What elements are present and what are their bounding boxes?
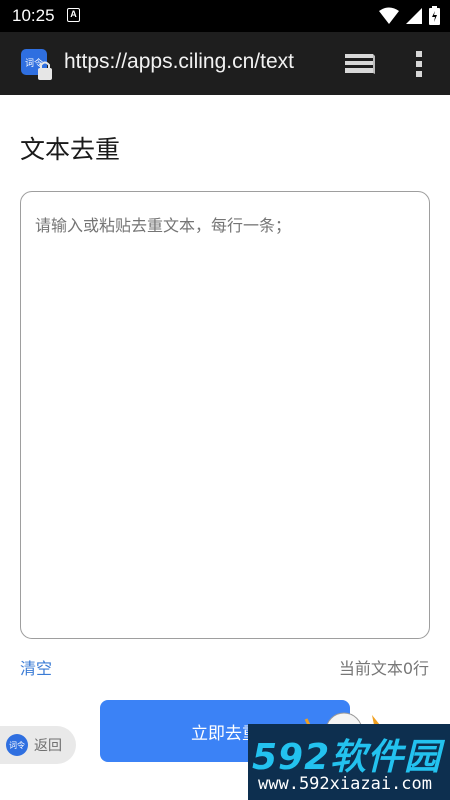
battery-icon	[429, 6, 440, 25]
page-title: 文本去重	[20, 135, 121, 164]
status-bar: 10:25 A	[0, 0, 450, 32]
dedupe-text-input[interactable]	[20, 191, 430, 639]
status-time: 10:25	[12, 6, 55, 25]
cellular-signal-icon	[406, 7, 422, 24]
wifi-icon	[379, 7, 399, 24]
browser-toolbar: 词令 https://apps.ciling.cn/text	[0, 32, 450, 95]
status-icons	[379, 6, 440, 25]
watermark-url: www.592xiazai.com	[258, 774, 432, 794]
back-label: 返回	[34, 738, 62, 754]
watermark-brand: 592软件园	[252, 737, 442, 778]
app-lock-icon[interactable]: 词令	[21, 49, 53, 81]
line-count: 当前文本0行	[338, 659, 429, 678]
more-vert-icon[interactable]	[412, 49, 426, 79]
floating-back-button[interactable]: 词令 返回	[0, 726, 76, 764]
watermark-banner: 592软件园 www.592xiazai.com	[248, 724, 450, 800]
notification-a-icon: A	[67, 8, 80, 22]
url-bar[interactable]: https://apps.ciling.cn/text	[64, 50, 320, 74]
tabs-icon[interactable]	[344, 52, 376, 76]
clear-button[interactable]: 清空	[20, 655, 52, 679]
app-badge-icon: 词令	[6, 734, 28, 756]
